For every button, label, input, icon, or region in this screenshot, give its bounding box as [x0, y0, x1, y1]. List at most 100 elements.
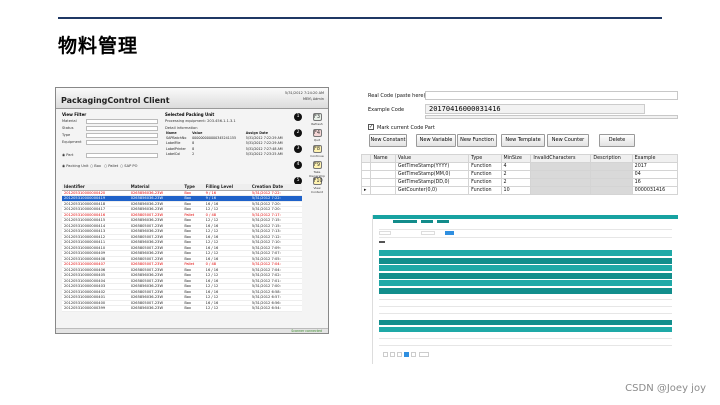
divider [379, 229, 672, 230]
table-row[interactable] [379, 288, 672, 294]
table-row[interactable]: GetTimeStamp(YYYY) Function 4 2017 [361, 162, 678, 171]
example-code-field[interactable]: 20170416000031416 [425, 104, 645, 114]
table-cell: Function [468, 170, 502, 179]
table-header-row [379, 327, 672, 332]
packing-unit-radio[interactable]: ◉ Packing Unit [62, 164, 89, 168]
table-row[interactable] [379, 265, 672, 271]
column-header[interactable]: Name [370, 154, 396, 163]
web-tab[interactable] [421, 220, 433, 223]
user-name: MEK\ Admin [303, 97, 324, 101]
table-cell: GetCounter(0,0) [394, 186, 470, 195]
group-header-row [379, 320, 672, 325]
table-cell: 10 [500, 186, 532, 195]
web-tab[interactable] [393, 220, 417, 223]
toolbar-button-refresh[interactable]: F3 Refresh [308, 113, 326, 126]
processing-equipment: Processing equipment: 203.456.1.1.3.1 [165, 119, 236, 123]
view-filter-title: View Filter [62, 112, 87, 117]
detail-cell: LabelCol [166, 151, 181, 156]
section-heading [379, 241, 385, 243]
new-counter-button[interactable]: New Counter [547, 134, 589, 147]
table-cell: 0265856036-23W [128, 305, 183, 312]
table-cell [530, 186, 592, 195]
search-button[interactable] [445, 231, 454, 235]
radio-pallet[interactable]: ○ Pallet [104, 164, 118, 168]
new-template-button[interactable]: New Template [501, 134, 545, 147]
table-cell [590, 186, 633, 195]
page-size-select[interactable] [419, 352, 429, 357]
web-tab[interactable] [437, 220, 449, 223]
real-code-input[interactable] [425, 91, 678, 100]
step-number-badge: 3 [294, 145, 302, 153]
filter-dropdown[interactable] [86, 126, 158, 131]
column-header[interactable]: MinSize [500, 154, 532, 163]
toolbar-button-view-content[interactable]: F10 View Content [308, 177, 326, 194]
radio-box[interactable]: ○ Box [90, 164, 101, 168]
row-selector[interactable] [361, 178, 372, 187]
part-input[interactable] [86, 153, 158, 158]
table-cell[interactable]: 04 [631, 170, 678, 179]
step-number-badge: 2 [294, 129, 302, 137]
table-row[interactable]: ▸ GetCounter(0,0) Function 10 0000031416 [361, 186, 678, 195]
table-row[interactable] [379, 273, 672, 279]
table-cell[interactable]: 16 [631, 178, 678, 187]
selected-unit-title: Selected Packing Unit [165, 112, 215, 117]
function-key-icon: F10 [312, 177, 323, 185]
column-header[interactable]: InvalidCharacters [530, 154, 592, 163]
table-cell [590, 178, 633, 187]
toolbar-button-label: Quit [313, 138, 321, 142]
table-cell: 4 [500, 162, 532, 171]
new-constant-button[interactable]: New Constant [369, 134, 407, 147]
new-function-button[interactable]: New Function [457, 134, 497, 147]
row-selector[interactable]: ▸ [361, 186, 372, 195]
toolbar-button-take-ownership[interactable]: F9 Take Ownership [308, 161, 326, 178]
scanner-status: Scanner connected [291, 329, 322, 333]
table-cell: GetTimeStamp(DD,0) [394, 178, 470, 187]
column-header[interactable]: Example [631, 154, 678, 163]
table-cell[interactable]: 0000031416 [631, 186, 678, 195]
table-row[interactable]: GetTimeStamp(DD,0) Function 2 16 [361, 178, 678, 187]
real-code-label: Real Code (paste here) [368, 93, 426, 99]
mark-code-part-label: Mark current Code Part [377, 125, 435, 131]
filter-dropdown[interactable] [86, 119, 158, 124]
column-header[interactable]: Type [468, 154, 502, 163]
pagination-page[interactable] [397, 352, 402, 357]
pagination-page[interactable] [390, 352, 395, 357]
filter-label: Status [62, 126, 74, 130]
pagination-current-page[interactable] [404, 352, 409, 357]
detail-info-title: Detail information [165, 126, 198, 130]
part-radio[interactable]: ◉ Part [62, 153, 73, 157]
delete-button[interactable]: Delete [599, 134, 635, 147]
pagination-next[interactable] [411, 352, 416, 357]
column-header[interactable]: Description [590, 154, 633, 163]
table-cell: 2 [500, 178, 532, 187]
radio-sap-po[interactable]: ○ SAP PO [120, 164, 137, 168]
step-number-badge: 1 [294, 113, 302, 121]
table-cell [530, 178, 592, 187]
pagination-prev[interactable] [383, 352, 388, 357]
divider [379, 306, 672, 307]
new-variable-button[interactable]: New Variable [416, 134, 456, 147]
table-row[interactable]: 201205310000000399 0265856036-23W Box 12 / … [62, 305, 302, 312]
radio-sap-po-label: SAP PO [124, 164, 138, 168]
filter-dropdown[interactable] [86, 133, 158, 138]
table-cell [590, 170, 633, 179]
filter-label: Material [62, 119, 77, 123]
filter-input[interactable] [379, 231, 391, 235]
table-row[interactable] [379, 280, 672, 286]
filter-input[interactable] [421, 231, 435, 235]
table-row[interactable] [379, 258, 672, 264]
watermark: CSDN @Joey joy [625, 383, 706, 394]
table-cell[interactable]: 2017 [631, 162, 678, 171]
mark-code-part-checkbox[interactable]: ✓ [368, 124, 374, 130]
row-selector[interactable] [361, 170, 372, 179]
table-cell [590, 162, 633, 171]
row-selector-header [361, 154, 372, 163]
column-header[interactable]: Value [394, 154, 470, 163]
table-cell [370, 178, 396, 187]
toolbar-button-continue[interactable]: F8 Continue [308, 145, 326, 158]
filter-dropdown[interactable] [86, 140, 158, 145]
row-selector[interactable] [361, 162, 372, 171]
table-row[interactable]: GetTimeStamp(MM,0) Function 2 04 [361, 170, 678, 179]
detail-cell: 2 [192, 151, 195, 156]
toolbar-button-quit[interactable]: F4 Quit [308, 129, 326, 142]
